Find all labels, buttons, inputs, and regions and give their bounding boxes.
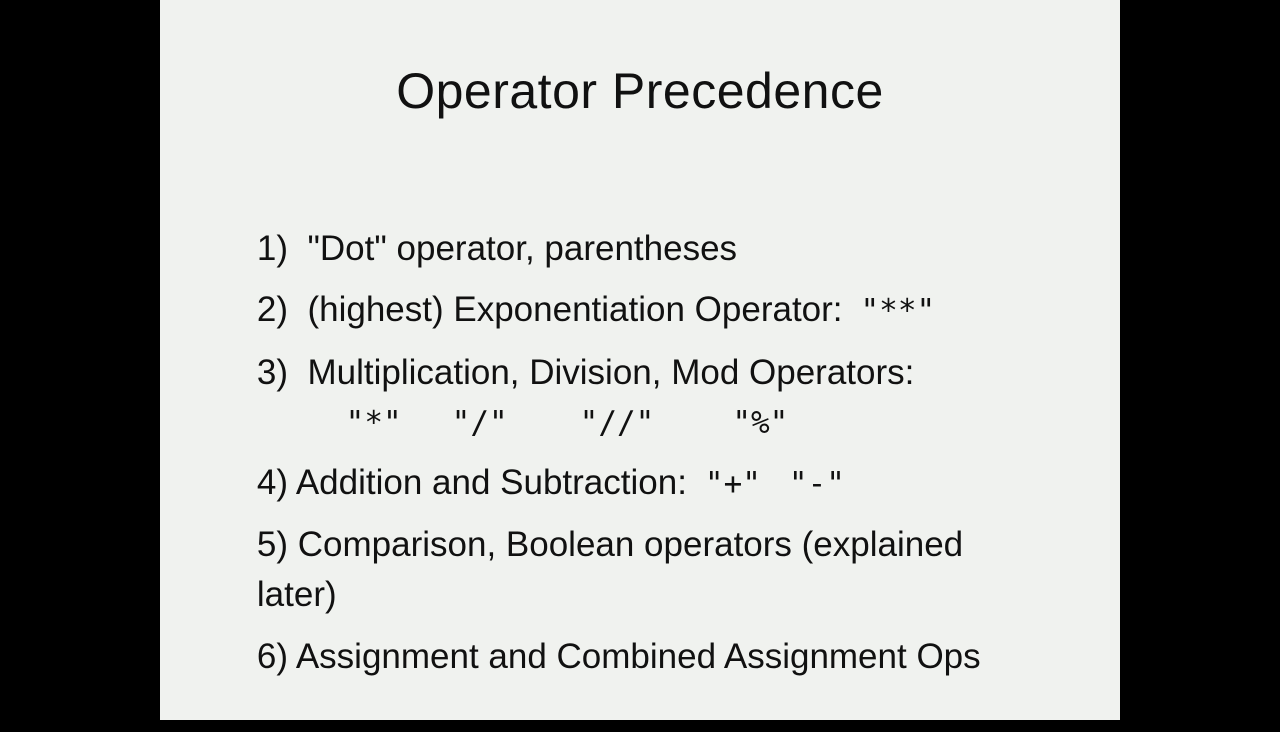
list-item-text: 6) Assignment and Combined Assignment Op… <box>256 637 981 676</box>
slide-title: Operator Precedence <box>396 63 884 119</box>
list-item-text: 5) Comparison, Boolean operators (explai… <box>256 525 964 564</box>
list-item: 6) Assignment and Combined Assignment Op… <box>218 582 981 732</box>
slide: Operator Precedence 1) "Dot" operator, p… <box>160 0 1120 720</box>
